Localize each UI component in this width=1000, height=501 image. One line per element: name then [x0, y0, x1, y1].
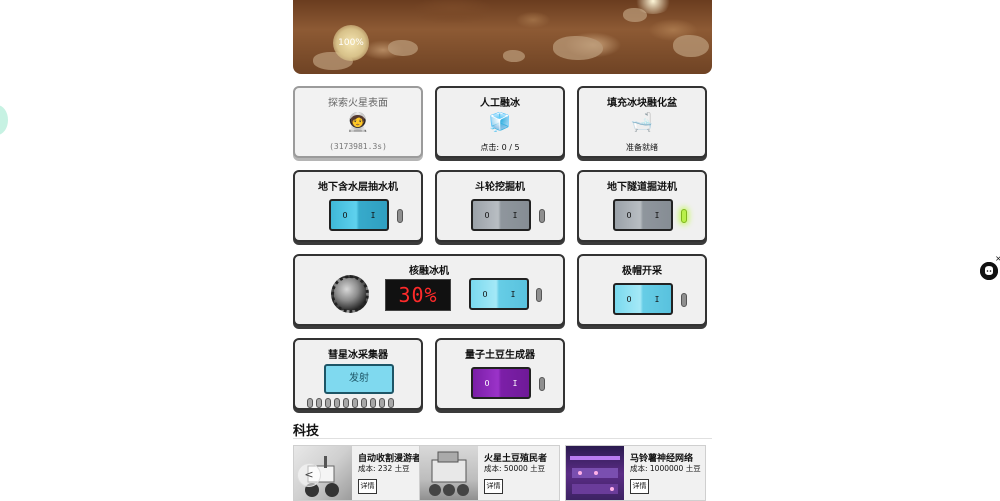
- switch-off-label: O: [482, 289, 488, 299]
- charge-pill: [361, 398, 367, 408]
- mars-surface-image: 100%: [293, 0, 712, 74]
- switch-off-label: O: [626, 210, 632, 220]
- switch-on-label: I: [510, 289, 516, 299]
- tech-item[interactable]: 马铃薯神经网络 成本: 1000000 土豆 详情: [565, 445, 706, 501]
- details-button[interactable]: 详情: [630, 479, 649, 494]
- rock: [388, 40, 418, 56]
- card-title: 探索火星表面: [328, 98, 388, 109]
- nuclear-card: 核融冰机 30% O I: [293, 254, 565, 326]
- switch-on-label: I: [512, 210, 518, 220]
- quantum-switch[interactable]: O I: [471, 367, 531, 399]
- status-text: 准备就绪: [626, 143, 658, 152]
- indicator-light: [536, 288, 542, 302]
- card-title: 地下隧道掘进机: [607, 182, 677, 193]
- card-title: 斗轮挖掘机: [475, 182, 525, 193]
- card-title: 极帽开采: [622, 266, 662, 277]
- polar-card: 极帽开采 O I: [577, 254, 707, 326]
- tech-cost: 成本: 232 土豆: [358, 464, 410, 473]
- indicator-light: [681, 293, 687, 307]
- indicator-light-on: [681, 209, 687, 223]
- artificial-melt-card[interactable]: 人工融冰 🧊 点击: 0 / 5: [435, 86, 565, 158]
- pump-switch[interactable]: O I: [329, 199, 389, 231]
- charge-pill: [379, 398, 385, 408]
- details-button[interactable]: 详情: [358, 479, 377, 494]
- rock: [503, 50, 525, 62]
- launch-button[interactable]: 发射: [324, 364, 394, 394]
- charge-pill: [316, 398, 322, 408]
- pump-card: 地下含水层抽水机 O I: [293, 170, 423, 242]
- card-title: 量子土豆生成器: [465, 350, 535, 361]
- bucket-card: 斗轮挖掘机 O I: [435, 170, 565, 242]
- explore-timer: (3173981.3s): [329, 142, 387, 151]
- card-title: 人工融冰: [480, 98, 520, 109]
- indicator-light: [397, 209, 403, 223]
- github-icon[interactable]: [980, 262, 998, 280]
- tunnel-card: 地下隧道掘进机 O I: [577, 170, 707, 242]
- switch-off-label: O: [484, 210, 490, 220]
- tech-item[interactable]: 火星土豆殖民者 成本: 50000 土豆 详情: [419, 445, 560, 501]
- bucket-switch[interactable]: O I: [471, 199, 531, 231]
- switch-on-label: I: [654, 294, 660, 304]
- switch-on-label: I: [512, 378, 518, 388]
- details-button[interactable]: 详情: [484, 479, 503, 494]
- charge-pill: [388, 398, 394, 408]
- switch-off-label: O: [626, 294, 632, 304]
- switch-on-label: I: [370, 210, 376, 220]
- fill-tub-card[interactable]: 填充冰块融化盆 🛁 准备就绪: [577, 86, 707, 158]
- indicator-light: [539, 209, 545, 223]
- indicator-light: [539, 377, 545, 391]
- progress-badge: 100%: [333, 25, 369, 61]
- edge-glow: [0, 105, 8, 135]
- charge-pill: [343, 398, 349, 408]
- ice-cube-icon: 🧊: [488, 112, 512, 133]
- neural-network-image: [566, 446, 624, 500]
- nuclear-switch[interactable]: O I: [469, 278, 529, 310]
- card-title: 彗星冰采集器: [328, 350, 388, 361]
- switch-off-label: O: [484, 378, 490, 388]
- tech-cost: 成本: 50000 土豆: [484, 464, 546, 473]
- power-display: 30%: [385, 279, 451, 311]
- carousel-prev-button[interactable]: <: [297, 463, 321, 487]
- charge-pill: [334, 398, 340, 408]
- rock: [553, 36, 603, 60]
- explore-card[interactable]: 探索火星表面 🧑‍🚀 (3173981.3s): [293, 86, 423, 158]
- bathtub-icon: 🛁: [630, 112, 654, 133]
- card-title: 填充冰块融化盆: [607, 98, 677, 109]
- comet-card: 彗星冰采集器 发射: [293, 338, 423, 410]
- astronaut-icon: 🧑‍🚀: [346, 112, 370, 133]
- charge-pill: [325, 398, 331, 408]
- charge-pill: [352, 398, 358, 408]
- tunnel-switch[interactable]: O I: [613, 199, 673, 231]
- card-title: 地下含水层抽水机: [318, 182, 398, 193]
- control-dial[interactable]: [331, 275, 369, 313]
- colonist-image: [420, 446, 478, 500]
- section-divider: [293, 438, 712, 439]
- rock: [673, 35, 709, 57]
- click-counter: 点击: 0 / 5: [480, 143, 520, 152]
- tech-cost: 成本: 1000000 土豆: [630, 464, 701, 473]
- charge-pill: [307, 398, 313, 408]
- switch-off-label: O: [342, 210, 348, 220]
- charge-indicators: [307, 398, 394, 408]
- polar-switch[interactable]: O I: [613, 283, 673, 315]
- charge-pill: [370, 398, 376, 408]
- tech-section-title: 科技: [293, 424, 320, 439]
- quantum-card: 量子土豆生成器 O I: [435, 338, 565, 410]
- switch-on-label: I: [654, 210, 660, 220]
- card-title: 核融冰机: [409, 266, 449, 277]
